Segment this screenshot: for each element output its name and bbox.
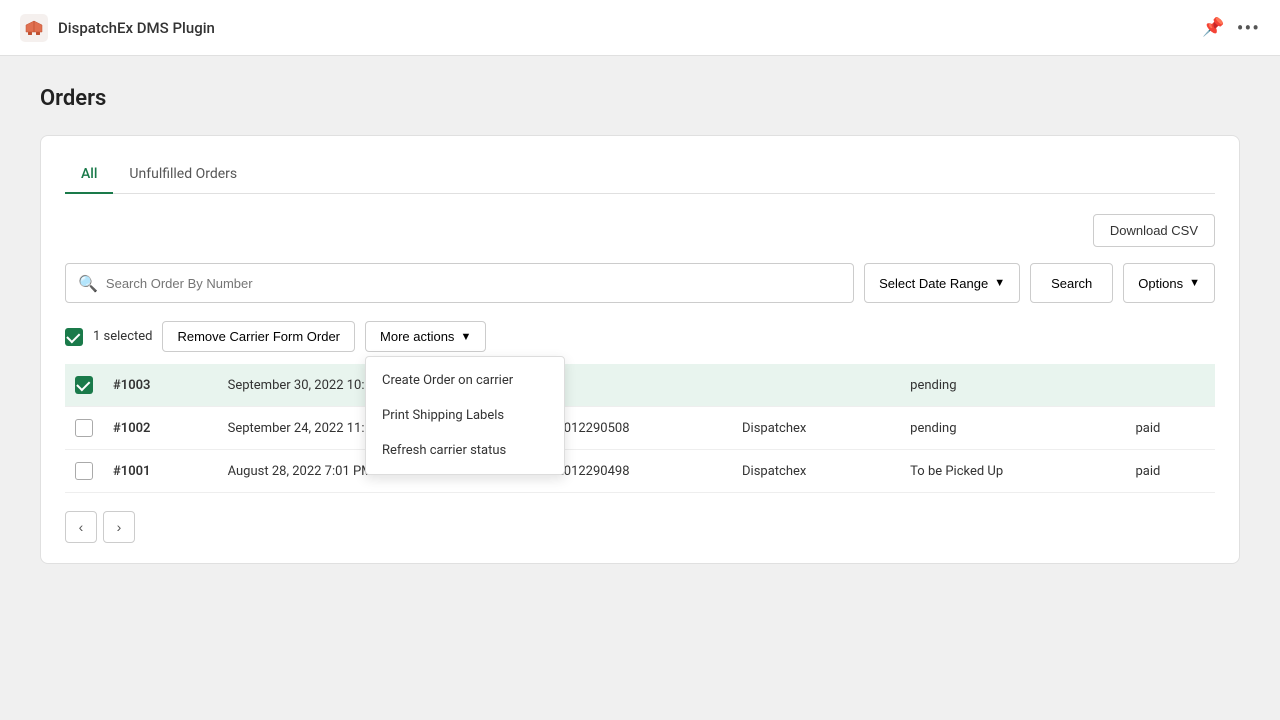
more-actions-label: More actions (380, 329, 454, 344)
order-number[interactable]: #1003 (103, 364, 218, 407)
order-tracking: 2012290498 (546, 450, 732, 493)
date-range-label: Select Date Range (879, 276, 988, 291)
table-row: #1003 September 30, 2022 10:0 pending (65, 364, 1215, 407)
order-payment: paid (1125, 450, 1215, 493)
order-tracking: 2012290508 (546, 407, 732, 450)
search-button[interactable]: Search (1030, 263, 1113, 303)
page-content: Orders All Unfulfilled Orders Download C… (0, 56, 1280, 594)
order-tracking (546, 364, 732, 407)
table-row: #1002 September 24, 2022 11:0 2012290508… (65, 407, 1215, 450)
search-input[interactable] (106, 276, 841, 291)
dropdown-item-print-labels[interactable]: Print Shipping Labels (366, 398, 564, 433)
tabs-container: All Unfulfilled Orders (65, 156, 1215, 194)
topbar-right: 📌 ••• (1202, 16, 1260, 40)
remove-carrier-button[interactable]: Remove Carrier Form Order (162, 321, 355, 352)
prev-page-button[interactable]: ‹ (65, 511, 97, 543)
order-number[interactable]: #1001 (103, 450, 218, 493)
chevron-down-icon-3: ▼ (460, 331, 471, 343)
row-checkbox[interactable] (75, 462, 93, 480)
more-actions-button[interactable]: More actions ▼ (365, 321, 486, 352)
page-title: Orders (40, 86, 1240, 111)
table-row: #1001 August 28, 2022 7:01 PM 2012290498… (65, 450, 1215, 493)
topbar-title: DispatchEx DMS Plugin (58, 19, 215, 37)
tab-unfulfilled[interactable]: Unfulfilled Orders (113, 156, 253, 194)
more-actions-dropdown: Create Order on carrier Print Shipping L… (365, 356, 565, 475)
selected-count: 1 selected (93, 329, 152, 344)
topbar: DispatchEx DMS Plugin 📌 ••• (0, 0, 1280, 56)
orders-table: #1003 September 30, 2022 10:0 pending #1… (65, 364, 1215, 493)
next-chevron-icon: › (117, 519, 122, 535)
more-actions-container: More actions ▼ Create Order on carrier P… (365, 321, 486, 352)
options-label: Options (1138, 276, 1183, 291)
more-options-icon[interactable]: ••• (1237, 16, 1260, 40)
select-all-checkbox[interactable] (65, 328, 83, 346)
table-toolbar: 1 selected Remove Carrier Form Order Mor… (65, 321, 1215, 352)
prev-chevron-icon: ‹ (79, 519, 84, 535)
download-csv-button[interactable]: Download CSV (1093, 214, 1215, 247)
order-status: To be Picked Up (900, 450, 1125, 493)
order-carrier: Dispatchex (732, 450, 900, 493)
chevron-down-icon-2: ▼ (1189, 277, 1200, 289)
order-payment: paid (1125, 407, 1215, 450)
row-checkbox[interactable] (75, 419, 93, 437)
pin-icon[interactable]: 📌 (1202, 17, 1224, 38)
actions-row: Download CSV (65, 214, 1215, 247)
row-checkbox-cell[interactable] (65, 364, 103, 407)
search-icon: 🔍 (78, 274, 98, 293)
search-input-wrap: 🔍 (65, 263, 854, 303)
order-carrier: Dispatchex (732, 407, 900, 450)
dropdown-item-create-order[interactable]: Create Order on carrier (366, 363, 564, 398)
order-carrier (732, 364, 900, 407)
row-checkbox-cell[interactable] (65, 407, 103, 450)
search-row: 🔍 Select Date Range ▼ Search Options ▼ (65, 263, 1215, 303)
dispatch-logo-icon (20, 14, 48, 42)
tab-all[interactable]: All (65, 156, 113, 194)
date-range-button[interactable]: Select Date Range ▼ (864, 263, 1020, 303)
order-status: pending (900, 407, 1125, 450)
order-number[interactable]: #1002 (103, 407, 218, 450)
chevron-down-icon: ▼ (994, 277, 1005, 289)
row-checkbox[interactable] (75, 376, 93, 394)
order-status: pending (900, 364, 1125, 407)
topbar-left: DispatchEx DMS Plugin (20, 14, 215, 42)
next-page-button[interactable]: › (103, 511, 135, 543)
order-payment (1125, 364, 1215, 407)
pagination: ‹ › (65, 511, 1215, 543)
options-button[interactable]: Options ▼ (1123, 263, 1215, 303)
dropdown-item-refresh-status[interactable]: Refresh carrier status (366, 433, 564, 468)
orders-card: All Unfulfilled Orders Download CSV 🔍 Se… (40, 135, 1240, 564)
row-checkbox-cell[interactable] (65, 450, 103, 493)
